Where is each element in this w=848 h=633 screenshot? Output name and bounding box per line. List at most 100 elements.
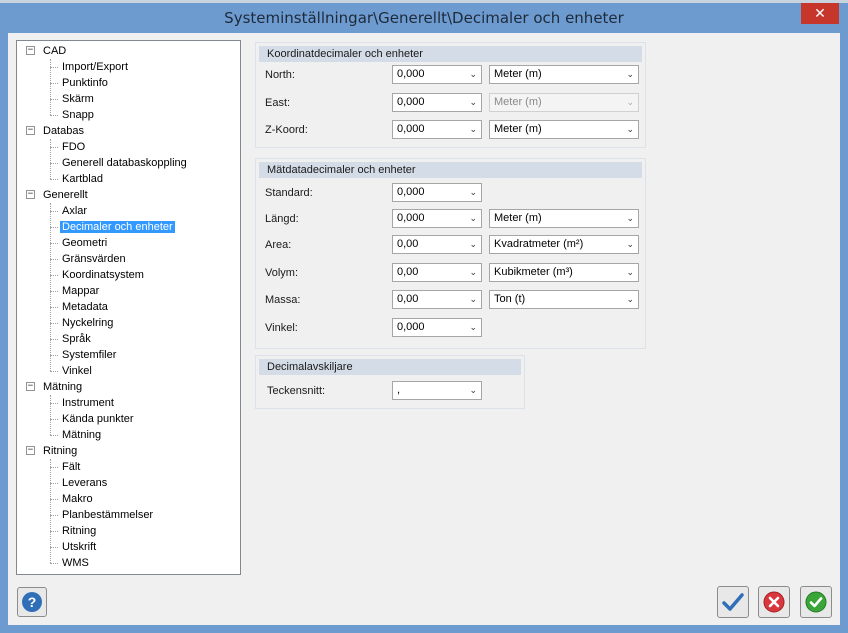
tree-node-4[interactable]: − Ritning (17, 443, 240, 459)
chevron-down-icon: ⌄ (469, 69, 477, 79)
tree-item-label: Leverans (62, 477, 108, 489)
tree-node-1[interactable]: − Databas (17, 123, 240, 139)
tree-item[interactable]: Systemfiler (17, 347, 240, 363)
tree-item[interactable]: Snapp (17, 107, 240, 123)
tree-item[interactable]: Generell databaskoppling (17, 155, 240, 171)
unit-select[interactable]: Kubikmeter (m³) ⌄ (489, 263, 639, 282)
tree-item[interactable]: FDO (17, 139, 240, 155)
tree-item-label: Nyckelring (62, 317, 114, 329)
field-label: Längd: (265, 213, 299, 225)
tree-item[interactable]: Axlar (17, 203, 240, 219)
tree-node-label: Ritning (43, 445, 78, 457)
unit-select[interactable]: Ton (t) ⌄ (489, 290, 639, 309)
tree-item[interactable]: Fält (17, 459, 240, 475)
tree-item[interactable]: Instrument (17, 395, 240, 411)
tree-item-label: Systemfiler (62, 349, 117, 361)
tree-connector (50, 179, 58, 180)
decimals-select[interactable]: 0,000 ⌄ (392, 318, 482, 337)
section-header: Koordinatdecimaler och enheter (259, 46, 642, 62)
apply-button[interactable] (717, 586, 749, 618)
unit-select[interactable]: Meter (m) ⌄ (489, 65, 639, 84)
decimals-select[interactable]: 0,000 ⌄ (392, 93, 482, 112)
tree-children: FDO Generell databaskoppling Kartblad (17, 139, 240, 187)
separator-label: Teckensnitt: (267, 385, 326, 397)
tree-children: Fält Leverans Makro Planbestämmelser Ritning… (17, 459, 240, 571)
unit-select[interactable]: Kvadratmeter (m²) ⌄ (489, 235, 639, 254)
decimals-select[interactable]: 0,00 ⌄ (392, 263, 482, 282)
field-label: Area: (265, 239, 292, 251)
tree-node-label: Mätning (43, 381, 83, 393)
decimals-select[interactable]: 0,000 ⌄ (392, 65, 482, 84)
field-label: Volym: (265, 267, 299, 279)
tree-item[interactable]: Planbestämmelser (17, 507, 240, 523)
decimals-select[interactable]: 0,000 ⌄ (392, 209, 482, 228)
field-label: Massa: (265, 294, 301, 306)
tree-item[interactable]: Kända punkter (17, 411, 240, 427)
decimals-select[interactable]: 0,00 ⌄ (392, 235, 482, 254)
tree-item-label: Kända punkter (62, 413, 134, 425)
tree-item[interactable]: Ritning (17, 523, 240, 539)
tree-item[interactable]: Metadata (17, 299, 240, 315)
tree-item[interactable]: Import/Export (17, 59, 240, 75)
help-icon: ? (22, 592, 42, 612)
tree-item-label: Skärm (62, 93, 94, 105)
tree-node-2[interactable]: − Generellt (17, 187, 240, 203)
unit-select-value: Kvadratmeter (m²) (494, 238, 584, 250)
tree-item[interactable]: Skärm (17, 91, 240, 107)
tree-node-0[interactable]: − CAD (17, 43, 240, 59)
coordinate-decimals-section: Koordinatdecimaler och enheter North: 0,0… (255, 42, 646, 148)
tree-item[interactable]: Punktinfo (17, 75, 240, 91)
unit-select[interactable]: Meter (m) ⌄ (489, 93, 639, 112)
ok-button[interactable] (800, 586, 832, 618)
tree-item[interactable]: Decimaler och enheter (17, 219, 240, 235)
close-button[interactable]: ✕ (801, 3, 839, 24)
title-bar[interactable]: Systeminställningar\Generellt\Decimaler … (0, 3, 848, 33)
decimals-select[interactable]: 0,000 ⌄ (392, 120, 482, 139)
settings-tree[interactable]: − CAD Import/Export Punktinfo Skärm Snapp − Dat… (16, 40, 241, 575)
tree-item[interactable]: Geometri (17, 235, 240, 251)
chevron-down-icon: ⌄ (469, 124, 477, 134)
tree-item[interactable]: Leverans (17, 475, 240, 491)
collapse-icon[interactable]: − (26, 190, 35, 199)
chevron-down-icon: ⌄ (469, 239, 477, 249)
tree-item[interactable]: Mätning (17, 427, 240, 443)
unit-select[interactable]: Meter (m) ⌄ (489, 120, 639, 139)
tree-connector (50, 211, 58, 212)
dialog-client-area: − CAD Import/Export Punktinfo Skärm Snapp − Dat… (8, 33, 840, 625)
collapse-icon[interactable]: − (26, 382, 35, 391)
tree-item[interactable]: Makro (17, 491, 240, 507)
field-label: Vinkel: (265, 322, 298, 334)
collapse-icon[interactable]: − (26, 46, 35, 55)
decimals-select[interactable]: 0,00 ⌄ (392, 290, 482, 309)
help-button[interactable]: ? (17, 587, 47, 617)
tree-connector (50, 227, 58, 228)
tree-item[interactable]: Nyckelring (17, 315, 240, 331)
decimals-select-value: 0,00 (397, 266, 419, 278)
tree-item[interactable]: Koordinatsystem (17, 267, 240, 283)
unit-select[interactable]: Meter (m) ⌄ (489, 209, 639, 228)
chevron-down-icon: ⌄ (469, 213, 477, 223)
unit-select-value: Kubikmeter (m³) (494, 266, 573, 278)
tree-item-label: WMS (62, 557, 89, 569)
decimals-select[interactable]: 0,000 ⌄ (392, 183, 482, 202)
tree-item[interactable]: WMS (17, 555, 240, 571)
tree-connector (50, 483, 58, 484)
tree-item-label: Språk (62, 333, 91, 345)
chevron-down-icon: ⌄ (626, 213, 634, 223)
tree-item[interactable]: Kartblad (17, 171, 240, 187)
tree-node-3[interactable]: − Mätning (17, 379, 240, 395)
measurement-decimals-section: Mätdatadecimaler och enheter Standard: 0,… (255, 158, 646, 349)
tree-item[interactable]: Språk (17, 331, 240, 347)
collapse-icon[interactable]: − (26, 446, 35, 455)
tree-item[interactable]: Vinkel (17, 363, 240, 379)
cancel-button[interactable] (758, 586, 790, 618)
cancel-icon (763, 591, 785, 613)
separator-select[interactable]: , ⌄ (392, 381, 482, 400)
tree-item-label: Instrument (62, 397, 114, 409)
collapse-icon[interactable]: − (26, 126, 35, 135)
tree-item-label: Geometri (62, 237, 108, 249)
tree-item-label: Utskrift (62, 541, 97, 553)
tree-item[interactable]: Gränsvärden (17, 251, 240, 267)
tree-item[interactable]: Mappar (17, 283, 240, 299)
tree-item[interactable]: Utskrift (17, 539, 240, 555)
